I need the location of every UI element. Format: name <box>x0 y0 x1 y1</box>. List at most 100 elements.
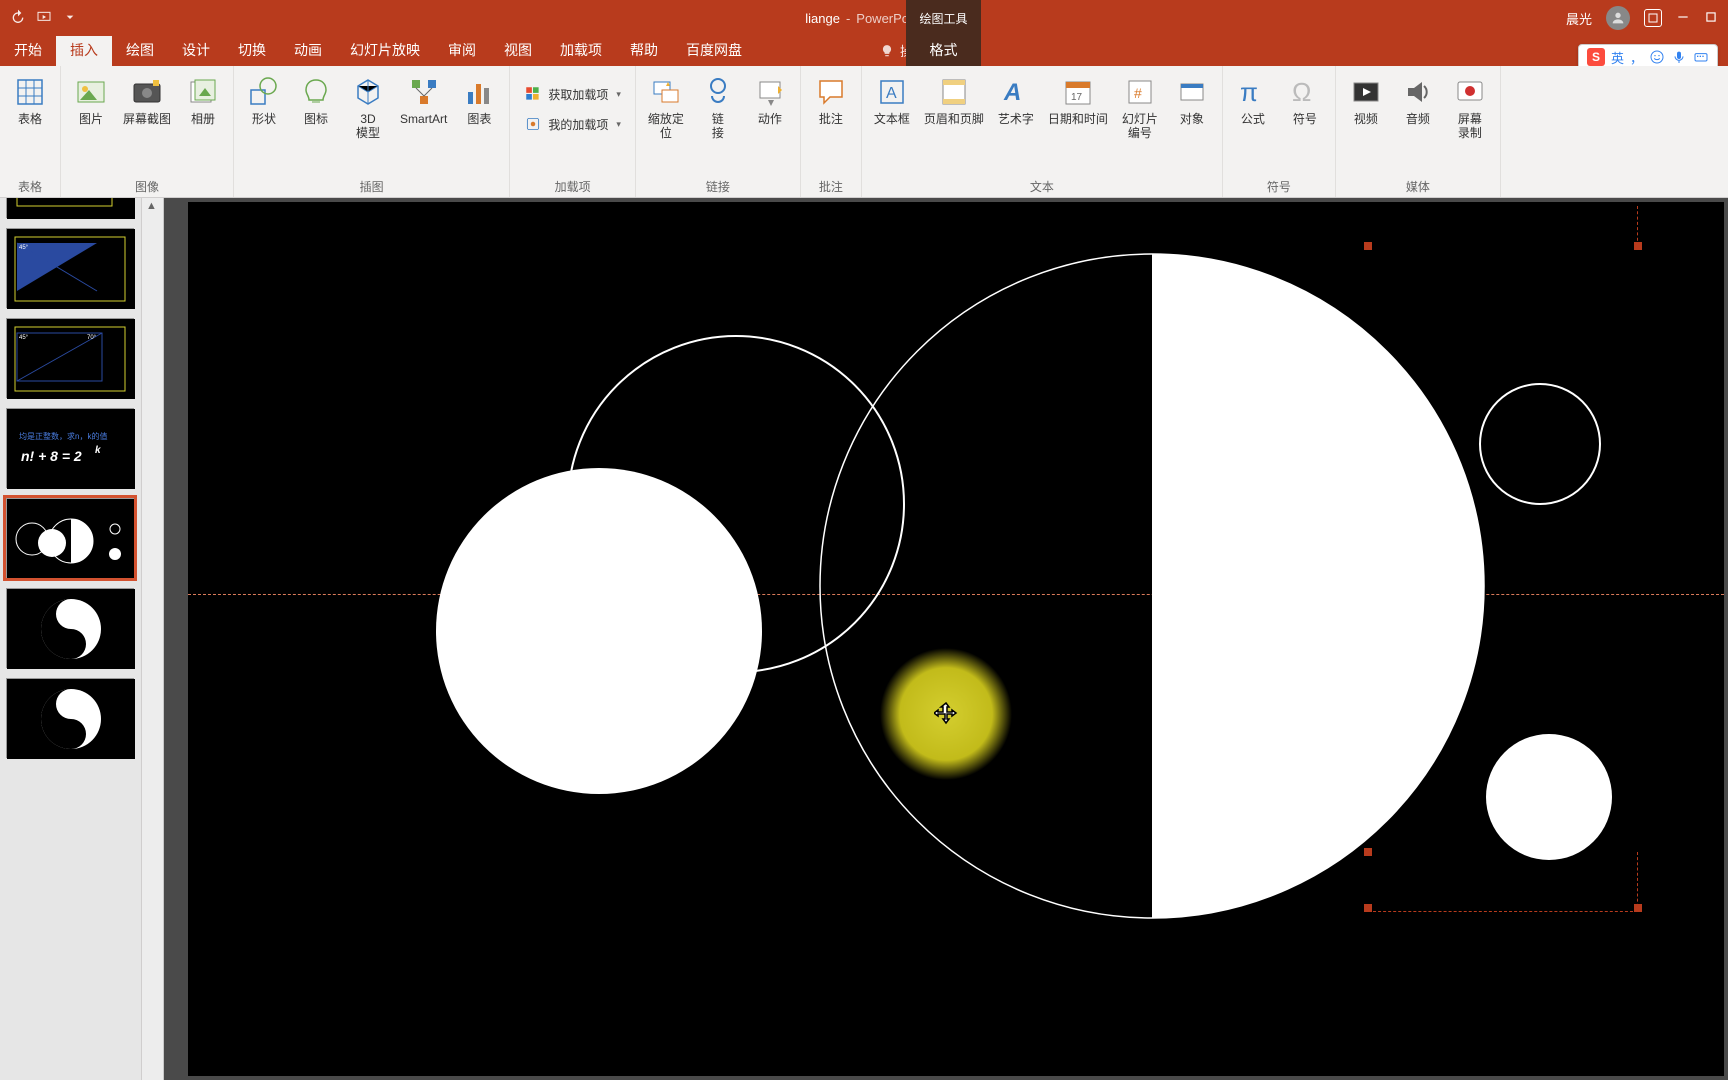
svg-text:k: k <box>95 445 101 456</box>
ribbon-comment[interactable]: 批注 <box>809 72 853 130</box>
ribbon-equation[interactable]: π公式 <box>1231 72 1275 130</box>
tab-绘图[interactable]: 绘图 <box>112 34 168 66</box>
tab-审阅[interactable]: 审阅 <box>434 34 490 66</box>
ribbon-screenshot[interactable]: 屏幕截图 <box>121 72 173 130</box>
slide-canvas-area[interactable] <box>164 198 1728 1080</box>
circle-outline-small[interactable] <box>1478 382 1602 506</box>
ribbon-zoom[interactable]: 缩放定 位 <box>644 72 688 145</box>
ribbon-chart[interactable]: 图表 <box>457 72 501 130</box>
slide-thumbnail[interactable] <box>6 678 134 758</box>
tab-加载项[interactable]: 加载项 <box>546 34 616 66</box>
link-icon <box>702 76 734 108</box>
ime-punct-icon[interactable]: ， <box>1630 48 1643 67</box>
ribbon-album[interactable]: 相册 <box>181 72 225 130</box>
slide-thumbnail[interactable]: 45°70° <box>6 318 134 398</box>
tab-幻灯片放映[interactable]: 幻灯片放映 <box>336 34 434 66</box>
slide-thumbnail-selected[interactable] <box>6 498 134 578</box>
ribbon-screenrec[interactable]: 屏幕 录制 <box>1448 72 1492 145</box>
redo-icon[interactable] <box>10 9 26 28</box>
ribbon-myaddins[interactable]: 我的加载项▾ <box>518 112 627 136</box>
document-name: liange <box>805 11 840 26</box>
maximize-button[interactable] <box>1704 10 1718 27</box>
symbol-icon: Ω <box>1289 76 1321 108</box>
scroll-up-icon[interactable]: ▲ <box>146 200 157 212</box>
slide-thumbnail[interactable]: 均是正整数，求n，k的值n! + 8 = 2k <box>6 408 134 488</box>
comment-icon <box>815 76 847 108</box>
ribbon-group-加载项: 获取加载项▾我的加载项▾加载项 <box>510 66 636 197</box>
video-icon <box>1350 76 1382 108</box>
svg-text:45°: 45° <box>19 335 29 341</box>
shapes-icon <box>248 76 280 108</box>
headerfooter-icon <box>938 76 970 108</box>
ime-keyboard-icon[interactable] <box>1693 49 1709 65</box>
selection-handle[interactable] <box>1634 242 1642 250</box>
slide-thumbnail[interactable] <box>6 198 134 218</box>
group-label: 文本 <box>1030 174 1054 195</box>
pic-icon <box>75 76 107 108</box>
zoom-icon <box>650 76 682 108</box>
action-icon <box>754 76 786 108</box>
thumbnail-scrollbar[interactable]: ▲ <box>141 198 163 1080</box>
start-from-beginning-icon[interactable] <box>36 9 52 28</box>
workspace: ▲ 45° 45°70° 均是正整数，求n，k的值n! + 8 = 2k <box>0 198 1728 1080</box>
user-name: 晨光 <box>1566 9 1592 28</box>
slide-thumbnail[interactable] <box>6 588 134 668</box>
ribbon-textbox[interactable]: A文本框 <box>870 72 914 130</box>
tab-帮助[interactable]: 帮助 <box>616 34 672 66</box>
svg-text:17: 17 <box>1071 92 1083 103</box>
ribbon-table[interactable]: 表格 <box>8 72 52 130</box>
tab-开始[interactable]: 开始 <box>0 34 56 66</box>
selection-handle[interactable] <box>1634 904 1642 912</box>
selection-handle[interactable] <box>1364 242 1372 250</box>
circle-filled-small[interactable] <box>1484 732 1614 862</box>
ribbon-group-文本: A文本框页眉和页脚A艺术字17日期和时间#幻灯片 编号对象文本 <box>862 66 1223 197</box>
sogou-logo[interactable]: S <box>1587 48 1605 66</box>
group-label: 批注 <box>819 174 843 195</box>
slide-thumbnail-pane[interactable]: ▲ 45° 45°70° 均是正整数，求n，k的值n! + 8 = 2k <box>0 198 164 1080</box>
tab-切换[interactable]: 切换 <box>224 34 280 66</box>
audio-icon <box>1402 76 1434 108</box>
ribbon-smartart[interactable]: SmartArt <box>398 72 449 130</box>
ime-voice-icon[interactable] <box>1671 49 1687 65</box>
equation-icon: π <box>1237 76 1269 108</box>
tab-设计[interactable]: 设计 <box>168 34 224 66</box>
object-icon <box>1176 76 1208 108</box>
ribbon-link[interactable]: 链 接 <box>696 72 740 145</box>
tab-动画[interactable]: 动画 <box>280 34 336 66</box>
group-label: 符号 <box>1267 174 1291 195</box>
tab-百度网盘[interactable]: 百度网盘 <box>672 34 756 66</box>
circle-filled-white-left[interactable] <box>434 466 764 796</box>
ribbon: 表格表格图片屏幕截图相册图像形状图标3D 模型SmartArt图表插图获取加载项… <box>0 66 1728 198</box>
ribbon-display-icon[interactable] <box>1644 9 1662 27</box>
ribbon-headerfooter[interactable]: 页眉和页脚 <box>922 72 986 130</box>
ime-lang[interactable]: 英 <box>1611 48 1624 67</box>
slide-canvas[interactable] <box>188 202 1724 1076</box>
ime-emoji-icon[interactable] <box>1649 49 1665 65</box>
minimize-button[interactable] <box>1676 10 1690 27</box>
ribbon-video[interactable]: 视频 <box>1344 72 1388 130</box>
ribbon-datetime[interactable]: 17日期和时间 <box>1046 72 1110 130</box>
slide-thumbnail[interactable]: 45° <box>6 228 134 308</box>
ribbon-3d[interactable]: 3D 模型 <box>346 72 390 145</box>
3d-icon <box>352 76 384 108</box>
ribbon-slidenum[interactable]: #幻灯片 编号 <box>1118 72 1162 145</box>
window-controls: 晨光 <box>1566 0 1718 36</box>
ribbon-wordart[interactable]: A艺术字 <box>994 72 1038 130</box>
tab-插入[interactable]: 插入 <box>56 34 112 66</box>
ribbon-group-链接: 缩放定 位链 接动作链接 <box>636 66 801 197</box>
user-avatar[interactable] <box>1606 6 1630 30</box>
ribbon-icons[interactable]: 图标 <box>294 72 338 130</box>
chart-icon <box>463 76 495 108</box>
svg-text:Ω: Ω <box>1292 77 1311 107</box>
tab-视图[interactable]: 视图 <box>490 34 546 66</box>
half-circle-white[interactable] <box>818 252 1486 920</box>
ribbon-object[interactable]: 对象 <box>1170 72 1214 130</box>
ribbon-pic[interactable]: 图片 <box>69 72 113 130</box>
ribbon-shapes[interactable]: 形状 <box>242 72 286 130</box>
ribbon-symbol[interactable]: Ω符号 <box>1283 72 1327 130</box>
ribbon-store[interactable]: 获取加载项▾ <box>518 82 627 106</box>
ribbon-audio[interactable]: 音频 <box>1396 72 1440 130</box>
ribbon-action[interactable]: 动作 <box>748 72 792 130</box>
tab-格式[interactable]: 格式 <box>906 34 981 66</box>
qat-dropdown-icon[interactable] <box>62 9 78 28</box>
